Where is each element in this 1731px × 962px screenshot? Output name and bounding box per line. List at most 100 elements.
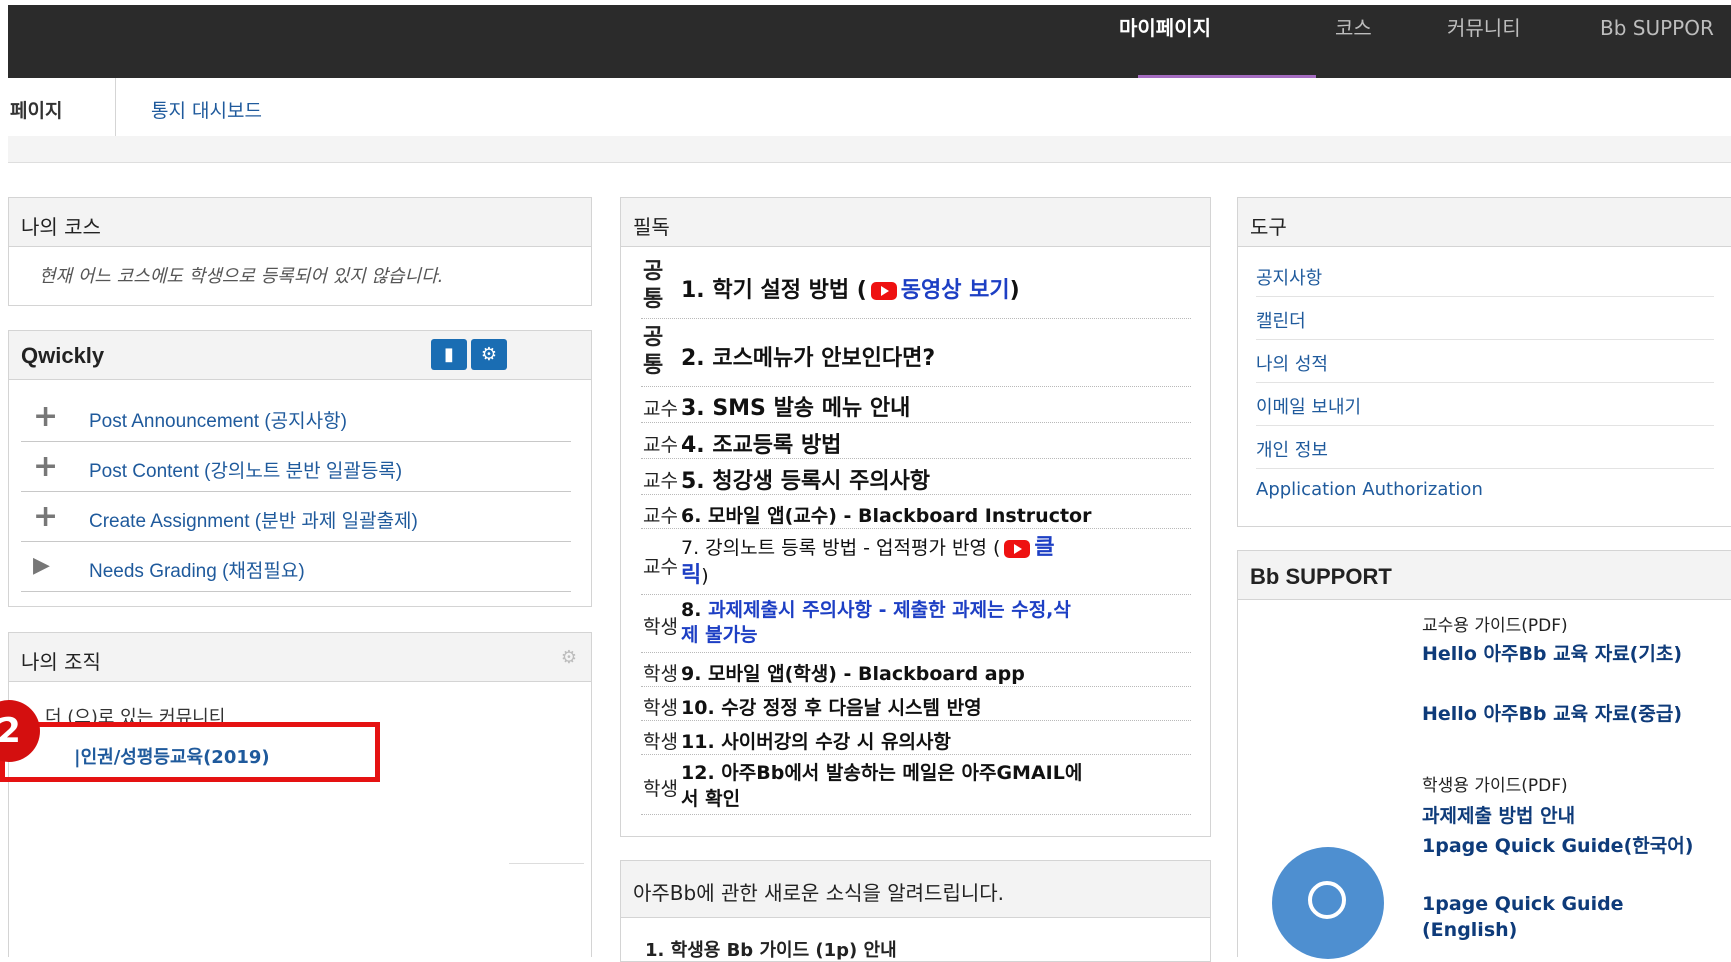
highlight-box <box>0 722 380 782</box>
required-tag: 공통 <box>643 325 664 378</box>
required-item[interactable]: 공통 1. 학기 설정 방법 (동영상 보기) <box>641 256 1191 319</box>
tool-grades[interactable]: 나의 성적 <box>1256 340 1714 383</box>
qwickly-action[interactable]: + Post Content (강의노트 분반 일괄등록) <box>21 441 571 492</box>
youtube-icon <box>870 282 897 300</box>
required-tag: 교수 <box>643 505 678 527</box>
chat-icon[interactable]: ▮ <box>431 339 467 370</box>
plus-icon: + <box>33 399 59 434</box>
required-text[interactable]: 6. 모바일 앱(교수) - Blackboard Instructor <box>681 501 1091 528</box>
required-text[interactable]: 7. 강의노트 등록 방법 - 업적평가 반영 (클 릭) <box>681 534 1191 590</box>
gear-icon[interactable]: ⚙ <box>561 647 577 668</box>
divider <box>509 863 584 864</box>
qwickly-action[interactable]: ▶ Needs Grading (채점필요) <box>21 541 571 592</box>
required-item[interactable]: 학생 12. 아주Bb에서 발송하는 메일은 아주GMAIL에 서 확인 <box>641 756 1191 815</box>
sub-nav-page[interactable]: 페이지 <box>10 96 62 123</box>
required-tag: 교수 <box>643 434 678 456</box>
module-header: Qwickly ▮ ⚙ <box>9 331 591 380</box>
required-tag: 학생 <box>643 778 678 800</box>
module-header: 나의 조직 ⚙ <box>9 633 591 682</box>
tab-course[interactable]: 코스 <box>1335 5 1372 78</box>
required-tag: 공통 <box>643 259 664 312</box>
required-text[interactable]: 8. 과제제출시 주의사항 - 제출한 과제는 수정,삭 제 불가능 <box>681 598 1191 648</box>
tools-title: 도구 <box>1250 215 1287 239</box>
required-item[interactable]: 학생 10. 수강 정정 후 다음날 시스템 반영 <box>641 688 1191 721</box>
submit-guide-link[interactable]: 과제제출 방법 안내 <box>1422 803 1712 829</box>
tool-send-email[interactable]: 이메일 보내기 <box>1256 383 1714 426</box>
tools-module: 도구 공지사항 캘린더 나의 성적 이메일 보내기 개인 정보 Applicat… <box>1237 197 1731 527</box>
required-tag: 학생 <box>643 731 678 753</box>
required-text[interactable]: 12. 아주Bb에서 발송하는 메일은 아주GMAIL에 서 확인 <box>681 760 1082 812</box>
required-text[interactable]: 4. 조교등록 방법 <box>681 427 841 459</box>
tab-community[interactable]: 커뮤니티 <box>1447 5 1521 78</box>
hello-mid-link[interactable]: Hello 아주Bb 교육 자료(중급) <box>1422 701 1712 727</box>
my-courses-module: 나의 코스 현재 어느 코스에도 학생으로 등록되어 있지 않습니다. <box>8 197 592 306</box>
tool-notice[interactable]: 공지사항 <box>1256 254 1714 297</box>
required-item[interactable]: 교수 3. SMS 발송 메뉴 안내 <box>641 388 1191 423</box>
play-icon: ▶ <box>33 553 50 578</box>
my-courses-empty-text: 현재 어느 코스에도 학생으로 등록되어 있지 않습니다. <box>39 266 444 287</box>
required-item[interactable]: 교수 7. 강의노트 등록 방법 - 업적평가 반영 (클 릭) <box>641 530 1191 595</box>
news-module: 아주Bb에 관한 새로운 소식을 알려드립니다. 1. 학생용 Bb 가이드 (… <box>620 860 1211 962</box>
tool-app-auth[interactable]: Application Authorization <box>1256 469 1714 511</box>
required-tag: 학생 <box>643 616 678 638</box>
support-headset-icon[interactable] <box>1272 847 1384 959</box>
required-item[interactable]: 학생 11. 사이버강의 수강 시 유의사항 <box>641 722 1191 755</box>
sub-nav-strip <box>8 136 1731 163</box>
required-text[interactable]: 5. 청강생 등록시 주의사항 <box>681 463 930 495</box>
module-header: 도구 <box>1238 198 1731 247</box>
qwickly-action-label[interactable]: Create Assignment (분반 과제 일괄출제) <box>89 506 418 533</box>
tool-calendar[interactable]: 캘린더 <box>1256 297 1714 340</box>
required-item[interactable]: 교수 6. 모바일 앱(교수) - Blackboard Instructor <box>641 496 1191 529</box>
required-tag: 학생 <box>643 697 678 719</box>
qwickly-action-label[interactable]: Post Content (강의노트 분반 일괄등록) <box>89 456 402 483</box>
required-text[interactable]: 3. SMS 발송 메뉴 안내 <box>681 390 910 422</box>
qwickly-action[interactable]: + Create Assignment (분반 과제 일괄출제) <box>21 491 571 542</box>
required-title: 필독 <box>633 215 670 239</box>
news-item[interactable]: 1. 학생용 Bb 가이드 (1p) 안내 <box>645 936 897 962</box>
required-text[interactable]: 11. 사이버강의 수강 시 유의사항 <box>681 727 951 754</box>
quick-guide-ko-link[interactable]: 1page Quick Guide(한국어) <box>1422 833 1712 859</box>
plus-icon: + <box>33 499 59 534</box>
tab-mypage[interactable]: 마이페이지 <box>1119 5 1211 78</box>
module-header: 나의 코스 <box>9 198 591 247</box>
top-bar: 마이페이지 코스 커뮤니티 Bb SUPPOR <box>8 5 1731 80</box>
my-org-title: 나의 조직 <box>21 650 101 674</box>
required-tag: 교수 <box>643 556 678 578</box>
bb-support-module: Bb SUPPORT 교수용 가이드(PDF) Hello 아주Bb 교육 자료… <box>1237 550 1731 959</box>
required-reading-module: 필독 공통 1. 학기 설정 방법 (동영상 보기) 공통 2. 코스메뉴가 안… <box>620 197 1211 837</box>
youtube-icon <box>1004 539 1031 558</box>
plus-icon: + <box>33 449 59 484</box>
hello-basic-link[interactable]: Hello 아주Bb 교육 자료(기초) <box>1422 641 1712 667</box>
module-header: 필독 <box>621 198 1210 247</box>
required-item[interactable]: 학생 9. 모바일 앱(학생) - Blackboard app <box>641 654 1191 687</box>
required-tag: 교수 <box>643 470 678 492</box>
required-text[interactable]: 9. 모바일 앱(학생) - Blackboard app <box>681 659 1025 686</box>
my-org-module: 나의 조직 ⚙ 더 (으)로 있는 커뮤니티 |인권/성평등교육(2019) <box>8 632 592 957</box>
required-item[interactable]: 학생 8. 과제제출시 주의사항 - 제출한 과제는 수정,삭 제 불가능 <box>641 596 1191 653</box>
qwickly-action-label[interactable]: Needs Grading (채점필요) <box>89 556 305 583</box>
settings-gear-icon[interactable]: ⚙ <box>471 339 507 370</box>
required-text[interactable]: 1. 학기 설정 방법 (동영상 보기) <box>681 272 1020 304</box>
required-tag: 학생 <box>643 663 678 685</box>
required-item[interactable]: 교수 4. 조교등록 방법 <box>641 424 1191 459</box>
module-header: 아주Bb에 관한 새로운 소식을 알려드립니다. <box>621 861 1210 918</box>
quick-guide-en-link[interactable]: 1page Quick Guide (English) <box>1422 891 1712 943</box>
qwickly-title: Qwickly <box>21 343 105 368</box>
student-guide-label: 학생용 가이드(PDF) <box>1422 776 1568 796</box>
bb-support-title: Bb SUPPORT <box>1250 564 1392 589</box>
required-text[interactable]: 2. 코스메뉴가 안보인다면? <box>681 340 935 372</box>
required-text[interactable]: 10. 수강 정정 후 다음날 시스템 반영 <box>681 693 982 720</box>
qwickly-action[interactable]: + Post Announcement (공지사항) <box>21 391 571 442</box>
sub-nav-dashboard[interactable]: 통지 대시보드 <box>151 96 262 123</box>
required-item[interactable]: 교수 5. 청강생 등록시 주의사항 <box>641 460 1191 495</box>
required-tag: 교수 <box>643 398 678 420</box>
my-courses-title: 나의 코스 <box>21 215 101 239</box>
tool-personal-info[interactable]: 개인 정보 <box>1256 426 1714 469</box>
required-item[interactable]: 공통 2. 코스메뉴가 안보인다면? <box>641 322 1191 387</box>
sub-nav: 페이지 통지 대시보드 <box>8 78 1731 137</box>
tab-bb-support[interactable]: Bb SUPPOR <box>1600 5 1714 78</box>
headset-icon <box>1308 881 1346 919</box>
news-title: 아주Bb에 관한 새로운 소식을 알려드립니다. <box>633 881 1005 905</box>
prof-guide-label: 교수용 가이드(PDF) <box>1422 616 1568 636</box>
qwickly-action-label[interactable]: Post Announcement (공지사항) <box>89 406 347 433</box>
